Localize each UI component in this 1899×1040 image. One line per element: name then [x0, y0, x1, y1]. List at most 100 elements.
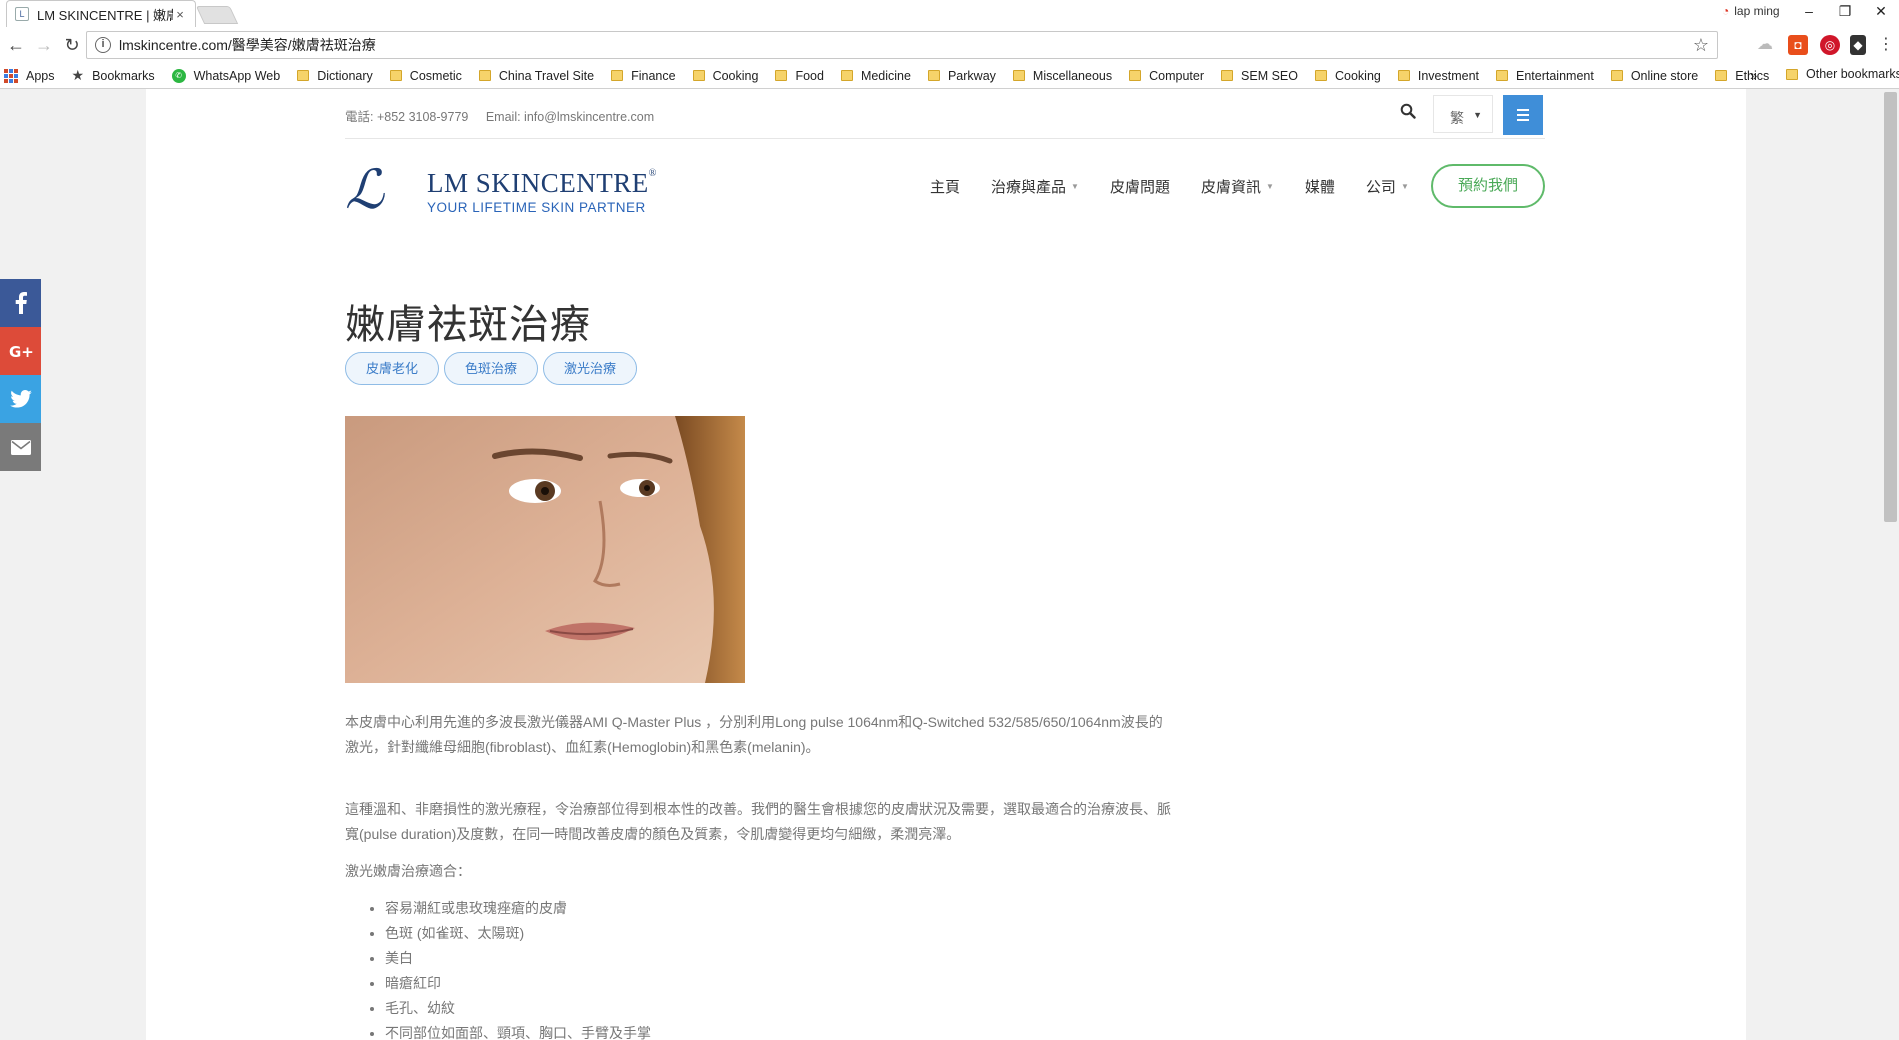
folder-icon: [1221, 70, 1234, 81]
bookmark-whatsapp[interactable]: ✆ WhatsApp Web: [171, 68, 280, 83]
bookmark-folder-food[interactable]: Food: [775, 69, 824, 83]
window-controls: – ❐ ✕: [1791, 0, 1899, 22]
bookmark-folder-medicine[interactable]: Medicine: [840, 69, 911, 83]
nav-item-media[interactable]: 媒體: [1305, 176, 1335, 197]
browser-tab[interactable]: L LM SKINCENTRE | 嫩膚祛 ×: [6, 0, 196, 27]
tag-skin-aging[interactable]: 皮膚老化: [345, 352, 440, 385]
tag-list: 皮膚老化 色斑治療 激光治療: [345, 352, 638, 385]
bookmark-other[interactable]: Other bookmarks: [1786, 67, 1899, 81]
bookmark-folder-china-travel[interactable]: China Travel Site: [478, 69, 594, 83]
bookmark-folder-online-store[interactable]: Online store: [1610, 69, 1698, 83]
profile-name: lap ming: [1734, 4, 1780, 18]
red-extension-icon[interactable]: ◎: [1820, 35, 1840, 55]
book-appointment-button[interactable]: 預約我們: [1431, 164, 1545, 208]
tag-pigmentation[interactable]: 色斑治療: [444, 352, 539, 385]
whatsapp-icon: ✆: [171, 68, 186, 83]
hero-image: [345, 416, 745, 683]
scrollbar-thumb[interactable]: [1884, 92, 1897, 522]
close-window-button[interactable]: ✕: [1863, 0, 1899, 22]
profile-icon: ◔: [1722, 4, 1730, 18]
chrome-menu-icon[interactable]: ⋮: [1876, 35, 1896, 55]
star-icon: ★: [71, 67, 85, 83]
bookmark-bookmarks[interactable]: ★ Bookmarks: [72, 67, 155, 84]
folder-icon: [478, 70, 491, 81]
logo-name: LM SKINCENTRE®: [427, 168, 657, 198]
forward-arrow-icon[interactable]: →: [30, 31, 58, 59]
bookmark-folder-sem-seo[interactable]: SEM SEO: [1221, 69, 1298, 83]
bookmarks-bar: Apps ★ Bookmarks ✆ WhatsApp Web Dictiona…: [0, 63, 1899, 89]
new-tab-button[interactable]: [195, 6, 239, 24]
nav-item-skin-problems[interactable]: 皮膚問題: [1110, 176, 1170, 197]
nav-item-home[interactable]: 主頁: [930, 176, 960, 197]
nav-item-skin-info[interactable]: 皮膚資訊 ▼: [1201, 176, 1274, 197]
article-paragraph-2: 這種溫和、非磨損性的激光療程，令治療部位得到根本性的改善。我們的醫生會根據您的皮…: [345, 801, 1171, 842]
folder-icon: [297, 70, 310, 81]
bookmarks-overflow-icon[interactable]: »: [1750, 68, 1757, 83]
folder-icon: [1129, 70, 1142, 81]
back-arrow-icon[interactable]: ←: [2, 31, 30, 59]
bookmark-folder-dictionary[interactable]: Dictionary: [297, 69, 373, 83]
bookmark-apps[interactable]: Apps: [0, 68, 55, 83]
browser-tab-bar: L LM SKINCENTRE | 嫩膚祛 × ◔ lap ming – ❐ ✕: [0, 0, 1899, 27]
language-select[interactable]: 繁 ▼: [1433, 95, 1493, 133]
list-item: 毛孔、幼紋: [385, 996, 1235, 1021]
bookmark-folder-miscellaneous[interactable]: Miscellaneous: [1012, 69, 1112, 83]
minimize-button[interactable]: –: [1791, 0, 1827, 22]
folder-icon: [692, 70, 705, 81]
folder-icon: [927, 70, 940, 81]
site-top-bar: 電話: +852 3108-9779 Email: info@lmskincen…: [345, 89, 1545, 139]
google-plus-share-button[interactable]: G+: [0, 327, 41, 375]
cloud-extension-icon[interactable]: ☁: [1755, 35, 1775, 55]
social-share-bar: G+: [0, 279, 41, 471]
bookmark-folder-finance[interactable]: Finance: [611, 69, 676, 83]
logo-tagline: YOUR LIFETIME SKIN PARTNER: [427, 200, 646, 215]
bookmark-folder-computer[interactable]: Computer: [1129, 69, 1204, 83]
list-item: 不同部位如面部、頸項、胸口、手臂及手掌: [385, 1021, 1235, 1040]
site-logo[interactable]: ℒ LM SKINCENTRE® YOUR LIFETIME SKIN PART…: [345, 162, 665, 218]
bookmark-folder-cosmetic[interactable]: Cosmetic: [389, 69, 462, 83]
nav-item-company[interactable]: 公司 ▼: [1366, 176, 1409, 197]
profile-button[interactable]: ◔ lap ming: [1722, 4, 1780, 18]
bookmark-folder-entertainment[interactable]: Entertainment: [1496, 69, 1594, 83]
search-icon[interactable]: [1400, 103, 1416, 119]
bookmark-folder-cooking[interactable]: Cooking: [692, 69, 758, 83]
tag-laser[interactable]: 激光治療: [543, 352, 638, 385]
list-item: 容易潮紅或患玫瑰痤瘡的皮膚: [385, 896, 1235, 921]
twitter-icon: [9, 390, 32, 408]
chevron-down-icon: ▼: [1473, 110, 1482, 120]
folder-icon: [1397, 70, 1410, 81]
tab-close-icon[interactable]: ×: [173, 7, 187, 22]
email-share-button[interactable]: [0, 423, 41, 471]
site-info-icon[interactable]: i: [95, 37, 111, 53]
google-plus-icon: G+: [9, 343, 33, 360]
bookmark-folder-investment[interactable]: Investment: [1397, 69, 1479, 83]
bookmark-star-icon[interactable]: ☆: [1693, 35, 1709, 56]
folder-icon: [389, 70, 402, 81]
address-bar[interactable]: i lmskincentre.com/醫學美容/嫩膚祛斑治療 ☆: [86, 31, 1718, 59]
face-photo: [345, 416, 745, 683]
email-icon: [10, 439, 31, 455]
facebook-share-button[interactable]: [0, 279, 41, 327]
email-link[interactable]: Email: info@lmskincentre.com: [486, 110, 654, 124]
site-favicon-icon: L: [15, 7, 29, 21]
folder-icon: [1314, 70, 1327, 81]
folder-icon: [775, 70, 788, 81]
phone-text: 電話: +852 3108-9779: [345, 110, 469, 124]
contact-info: 電話: +852 3108-9779 Email: info@lmskincen…: [345, 106, 668, 125]
twitter-share-button[interactable]: [0, 375, 41, 423]
bookmark-folder-parkway[interactable]: Parkway: [927, 69, 996, 83]
reload-icon[interactable]: ↻: [58, 31, 86, 59]
hamburger-menu-button[interactable]: [1503, 95, 1543, 135]
office-extension-icon[interactable]: ◘: [1788, 35, 1808, 55]
shield-extension-icon[interactable]: ◆: [1850, 35, 1866, 55]
article-body: 本皮膚中心利用先進的多波長激光儀器AMI Q-Master Plus ，分別利用…: [345, 710, 1235, 1040]
list-item: 暗瘡紅印: [385, 971, 1235, 996]
restore-button[interactable]: ❐: [1827, 0, 1863, 22]
nav-item-treatments[interactable]: 治療與產品 ▼: [991, 176, 1079, 197]
bookmark-folder-cooking-2[interactable]: Cooking: [1314, 69, 1381, 83]
caret-down-icon: ▼: [1400, 181, 1409, 191]
folder-icon: [1012, 70, 1025, 81]
bookmark-folder-ethics[interactable]: Ethics: [1715, 69, 1769, 83]
caret-down-icon: ▼: [1071, 181, 1079, 191]
tab-title: LM SKINCENTRE | 嫩膚祛: [37, 7, 173, 23]
